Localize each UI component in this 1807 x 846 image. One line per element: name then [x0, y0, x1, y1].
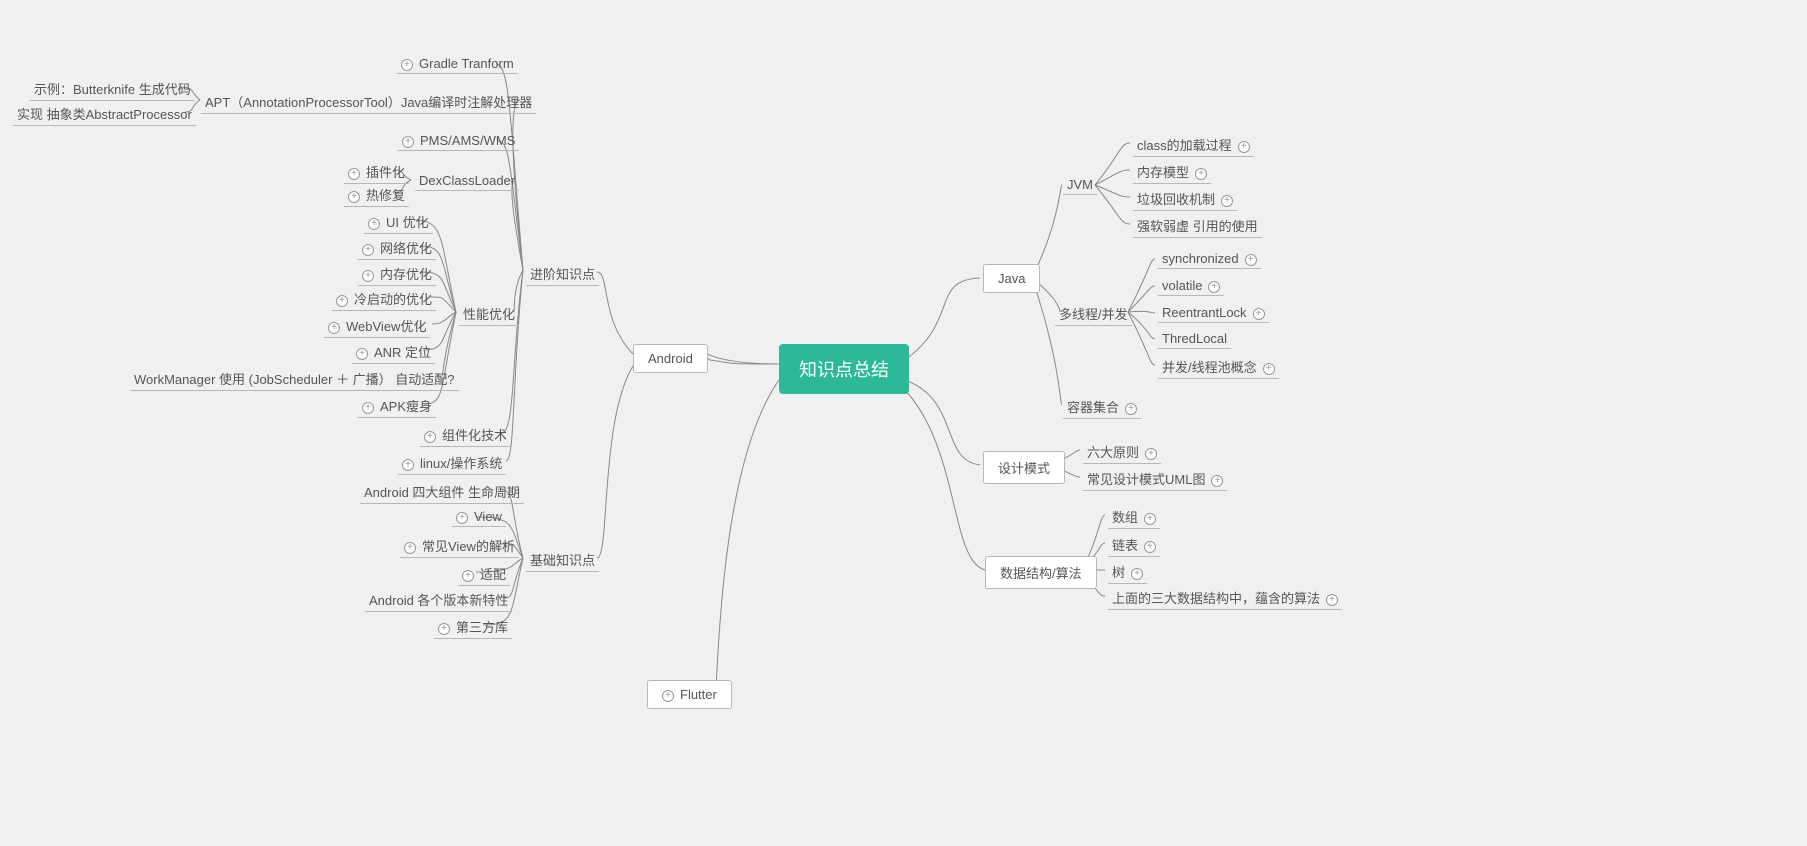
node-design[interactable]: 设计模式	[983, 451, 1065, 484]
expand-icon[interactable]: +	[438, 623, 450, 635]
connectors	[0, 0, 1807, 846]
node-gradle[interactable]: +Gradle Tranform	[397, 54, 518, 74]
node-perf-net[interactable]: +网络优化	[358, 236, 436, 260]
node-thirdparty[interactable]: +第三方库	[434, 615, 512, 639]
expand-icon[interactable]: +	[1326, 594, 1338, 606]
node-design-six[interactable]: 六大原则+	[1083, 440, 1161, 464]
node-android[interactable]: Android	[633, 344, 708, 373]
node-java[interactable]: Java	[983, 264, 1040, 293]
expand-icon[interactable]: +	[348, 168, 360, 180]
expand-icon[interactable]: +	[336, 295, 348, 307]
expand-icon[interactable]: +	[402, 136, 414, 148]
node-sync[interactable]: synchronized+	[1158, 249, 1261, 269]
node-jvm-mem[interactable]: 内存模型+	[1133, 160, 1211, 184]
expand-icon[interactable]: +	[1263, 363, 1275, 375]
node-perf-workmanager[interactable]: WorkManager 使用 (JobScheduler ＋ 广播） 自动适配?	[130, 367, 459, 391]
node-reentrantlock[interactable]: ReentrantLock+	[1158, 303, 1269, 323]
expand-icon[interactable]: +	[1221, 195, 1233, 207]
node-plugin[interactable]: +插件化	[344, 160, 409, 184]
expand-icon[interactable]: +	[402, 459, 414, 471]
expand-icon[interactable]: +	[462, 570, 474, 582]
node-perf-cold[interactable]: +冷启动的优化	[332, 287, 436, 311]
node-view[interactable]: +View	[452, 507, 506, 527]
node-linux[interactable]: +linux/操作系统	[398, 451, 506, 475]
expand-icon[interactable]: +	[328, 322, 340, 334]
node-apt-abstractprocessor[interactable]: 实现 抽象类AbstractProcessor	[13, 102, 196, 126]
expand-icon[interactable]: +	[1238, 141, 1250, 153]
root-node[interactable]: 知识点总结	[779, 344, 909, 394]
node-container[interactable]: 容器集合+	[1063, 395, 1141, 419]
node-threadpool[interactable]: 并发/线程池概念+	[1158, 355, 1279, 379]
node-jvm[interactable]: JVM	[1063, 175, 1097, 195]
node-hotfix[interactable]: +热修复	[344, 183, 409, 207]
expand-icon[interactable]: +	[401, 59, 413, 71]
node-advanced[interactable]: 进阶知识点	[526, 262, 599, 286]
expand-icon[interactable]: +	[1253, 308, 1265, 320]
expand-icon[interactable]: +	[348, 191, 360, 203]
expand-icon[interactable]: +	[362, 402, 374, 414]
expand-icon[interactable]: +	[1195, 168, 1207, 180]
node-component[interactable]: +组件化技术	[420, 423, 511, 447]
expand-icon[interactable]: +	[1131, 568, 1143, 580]
node-common-view[interactable]: +常见View的解析	[400, 534, 519, 558]
expand-icon[interactable]: +	[356, 348, 368, 360]
node-basic[interactable]: 基础知识点	[526, 548, 599, 572]
node-pms[interactable]: +PMS/AMS/WMS	[398, 131, 519, 151]
expand-icon[interactable]: +	[404, 542, 416, 554]
expand-icon[interactable]: +	[1245, 254, 1257, 266]
node-tree[interactable]: 树+	[1108, 560, 1147, 584]
expand-icon[interactable]: +	[362, 244, 374, 256]
expand-icon[interactable]: +	[1144, 541, 1156, 553]
expand-icon[interactable]: +	[1144, 513, 1156, 525]
expand-icon[interactable]: +	[1208, 281, 1220, 293]
node-perf-ui[interactable]: +UI 优化	[364, 210, 433, 234]
expand-icon[interactable]: +	[362, 270, 374, 282]
node-flutter[interactable]: +Flutter	[647, 680, 732, 709]
expand-icon[interactable]: +	[1145, 448, 1157, 460]
expand-icon[interactable]: +	[662, 690, 674, 702]
node-perf-mem[interactable]: +内存优化	[358, 262, 436, 286]
node-lifecycle[interactable]: Android 四大组件 生命周期	[360, 480, 524, 504]
node-design-uml[interactable]: 常见设计模式UML图+	[1083, 467, 1227, 491]
node-array[interactable]: 数组+	[1108, 505, 1160, 529]
expand-icon[interactable]: +	[1211, 475, 1223, 487]
node-jvm-ref[interactable]: 强软弱虚 引用的使用	[1133, 214, 1262, 238]
node-dex[interactable]: DexClassLoader	[415, 171, 519, 191]
node-apt[interactable]: APT（AnnotationProcessorTool）Java编译时注解处理器	[201, 90, 536, 114]
node-version[interactable]: Android 各个版本新特性	[365, 588, 512, 612]
node-perf-apk[interactable]: +APK瘦身	[358, 394, 436, 418]
node-algo[interactable]: 上面的三大数据结构中，蕴含的算法+	[1108, 586, 1342, 610]
expand-icon[interactable]: +	[368, 218, 380, 230]
node-linkedlist[interactable]: 链表+	[1108, 533, 1160, 557]
node-perf[interactable]: 性能优化	[459, 302, 519, 326]
node-adapt[interactable]: +适配	[458, 562, 510, 586]
node-ds[interactable]: 数据结构/算法	[985, 556, 1097, 589]
node-volatile[interactable]: volatile+	[1158, 276, 1224, 296]
node-threadlocal[interactable]: ThredLocal	[1158, 329, 1231, 349]
expand-icon[interactable]: +	[456, 512, 468, 524]
node-perf-webview[interactable]: +WebView优化	[324, 314, 430, 338]
node-jvm-classload[interactable]: class的加载过程+	[1133, 133, 1254, 157]
expand-icon[interactable]: +	[424, 431, 436, 443]
expand-icon[interactable]: +	[1125, 403, 1137, 415]
node-jvm-gc[interactable]: 垃圾回收机制+	[1133, 187, 1237, 211]
node-apt-butterknife[interactable]: 示例：Butterknife 生成代码	[30, 77, 195, 101]
node-multithread[interactable]: 多线程/并发	[1055, 302, 1132, 326]
node-perf-anr[interactable]: +ANR 定位	[352, 340, 435, 364]
